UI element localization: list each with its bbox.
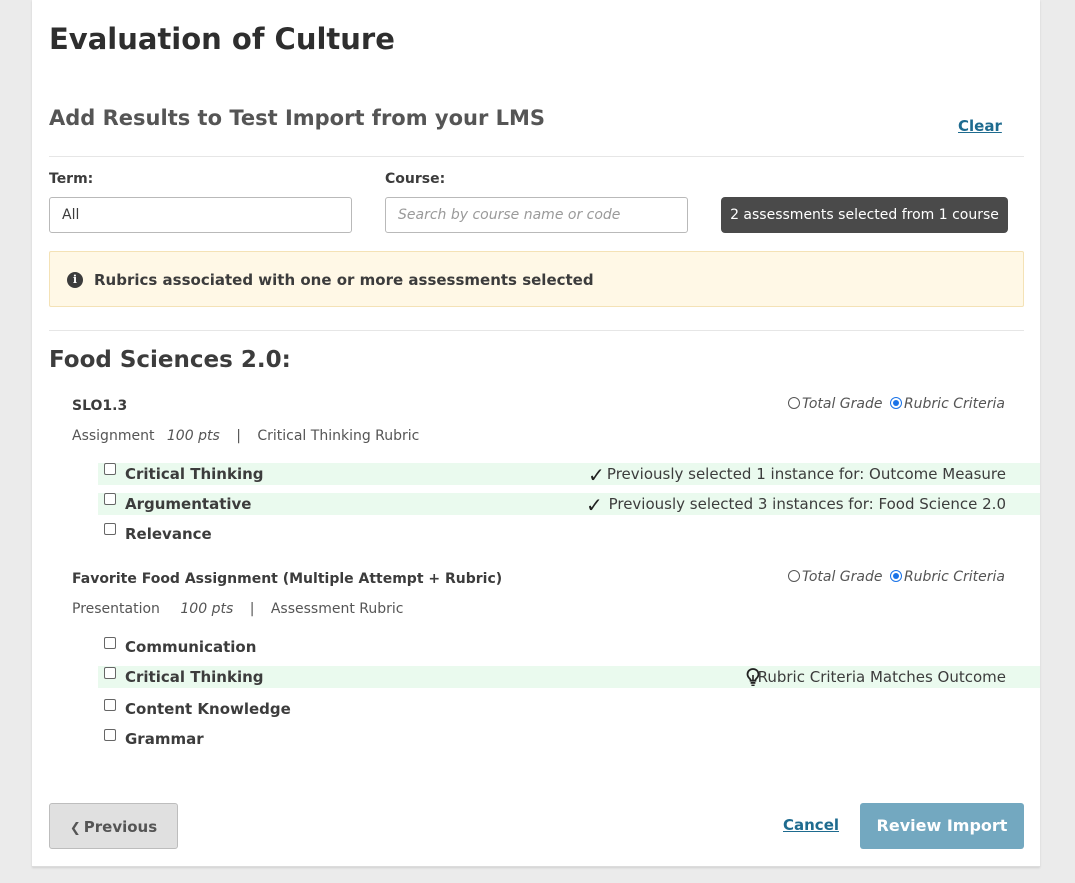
grade-type-toggle: Total Grade Rubric Criteria bbox=[788, 396, 1005, 412]
assessment-meta: Presentation 100 pts | Assessment Rubric bbox=[72, 601, 404, 617]
previous-button[interactable]: ❮ Previous bbox=[49, 803, 178, 849]
rubric-criteria-option[interactable]: Rubric Criteria bbox=[889, 569, 1005, 585]
meta-separator: | bbox=[249, 601, 255, 617]
criterion-checkbox[interactable] bbox=[104, 523, 116, 535]
course-label: Course: bbox=[385, 171, 446, 187]
meta-separator: | bbox=[236, 428, 241, 444]
rubric-criteria-radio[interactable] bbox=[889, 570, 902, 582]
criterion-status: Previously selected 3 instances for: Foo… bbox=[608, 495, 1006, 513]
selection-summary-badge: 2 assessments selected from 1 course bbox=[721, 197, 1008, 233]
clear-link[interactable]: Clear bbox=[958, 117, 1002, 135]
criterion-status: Rubric Criteria Matches Outcome bbox=[757, 668, 1006, 686]
term-select[interactable]: All bbox=[49, 197, 352, 233]
page-title: Evaluation of Culture bbox=[49, 22, 395, 56]
criterion-status: Previously selected 1 instance for: Outc… bbox=[606, 465, 1006, 483]
criterion-label: Relevance bbox=[125, 525, 212, 543]
check-icon: ✓ bbox=[588, 463, 605, 487]
assessment-points: 100 pts bbox=[166, 428, 220, 444]
course-search-input[interactable] bbox=[385, 197, 688, 233]
group-title: Food Sciences 2.0: bbox=[49, 347, 291, 373]
section-title: Add Results to Test Import from your LMS bbox=[49, 106, 546, 130]
criterion-label: Communication bbox=[125, 638, 257, 656]
total-grade-radio[interactable] bbox=[788, 570, 800, 582]
divider bbox=[49, 156, 1024, 157]
criterion-checkbox[interactable] bbox=[104, 729, 116, 741]
criterion-checkbox[interactable] bbox=[104, 667, 116, 679]
criterion-label: Critical Thinking bbox=[125, 668, 264, 686]
criterion-label: Argumentative bbox=[125, 495, 252, 513]
import-card: Evaluation of Culture Add Results to Tes… bbox=[32, 0, 1040, 867]
criterion-label: Content Knowledge bbox=[125, 700, 291, 718]
review-import-button[interactable]: Review Import bbox=[860, 803, 1024, 849]
rubric-name: Assessment Rubric bbox=[270, 601, 404, 617]
chevron-left-icon: ❮ bbox=[69, 821, 81, 836]
notice-text: Rubrics associated with one or more asse… bbox=[94, 271, 594, 289]
rubric-criteria-option[interactable]: Rubric Criteria bbox=[889, 396, 1005, 412]
criterion-label: Grammar bbox=[125, 730, 204, 748]
total-grade-radio[interactable] bbox=[788, 397, 800, 409]
term-label: Term: bbox=[49, 171, 94, 187]
assessment-name: SLO1.3 bbox=[72, 398, 128, 414]
assessment-points: 100 pts bbox=[180, 601, 234, 617]
assessment-meta: Assignment 100 pts | Critical Thinking R… bbox=[72, 428, 419, 444]
criterion-label: Critical Thinking bbox=[125, 465, 264, 483]
grade-type-toggle: Total Grade Rubric Criteria bbox=[788, 569, 1005, 585]
rubric-notice: i Rubrics associated with one or more as… bbox=[49, 251, 1024, 307]
criterion-checkbox[interactable] bbox=[104, 699, 116, 711]
assessment-type: Presentation bbox=[72, 601, 160, 617]
rubric-criteria-radio[interactable] bbox=[889, 397, 902, 409]
total-grade-option[interactable]: Total Grade bbox=[788, 396, 882, 412]
criterion-checkbox[interactable] bbox=[104, 463, 116, 475]
assessment-name: Favorite Food Assignment (Multiple Attem… bbox=[72, 571, 503, 587]
total-grade-option[interactable]: Total Grade bbox=[788, 569, 882, 585]
cancel-link[interactable]: Cancel bbox=[783, 816, 839, 834]
info-icon: i bbox=[67, 272, 83, 288]
criterion-checkbox[interactable] bbox=[104, 493, 116, 505]
assessment-type: Assignment bbox=[72, 428, 155, 444]
check-icon: ✓ bbox=[586, 493, 603, 517]
rubric-name: Critical Thinking Rubric bbox=[257, 428, 420, 444]
criterion-checkbox[interactable] bbox=[104, 637, 116, 649]
divider bbox=[49, 330, 1024, 331]
